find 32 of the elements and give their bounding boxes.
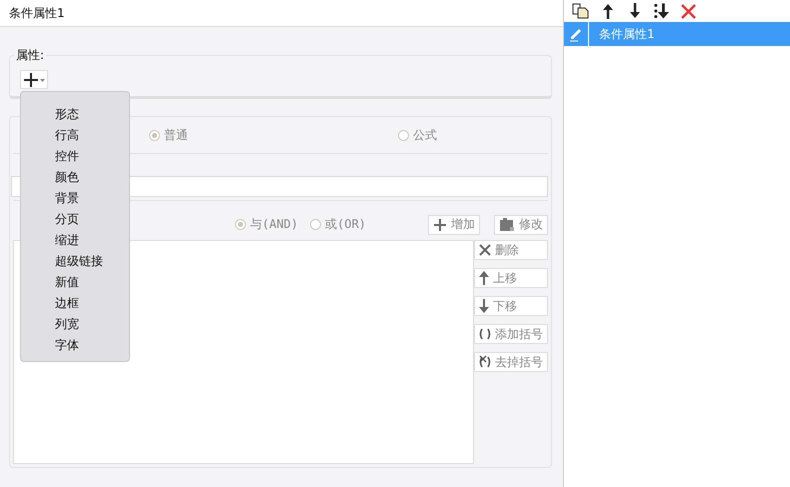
close-icon[interactable] — [680, 4, 697, 18]
close-icon — [478, 243, 492, 257]
menu-item[interactable]: 背景 — [21, 188, 129, 209]
menu-item[interactable]: 字体 — [21, 335, 129, 356]
delete-button[interactable]: 删除 — [474, 240, 548, 260]
plus-icon — [433, 218, 447, 232]
copy-icon[interactable] — [572, 3, 589, 19]
menu-item[interactable]: 边框 — [21, 293, 129, 314]
unbracket-button[interactable]: 去掉括号 — [474, 352, 548, 372]
add-button[interactable]: 增加 — [428, 214, 480, 234]
bracket-button[interactable]: 添加括号 — [474, 324, 548, 344]
up-button[interactable]: 上移 — [474, 268, 548, 288]
menu-item[interactable]: 颜色 — [21, 167, 129, 188]
panel-title: 条件属性1 — [9, 4, 65, 22]
parentheses-icon — [478, 328, 492, 340]
menu-item[interactable]: 形态 — [21, 104, 129, 125]
edit-button[interactable]: 修改 — [494, 214, 548, 234]
down-button[interactable]: 下移 — [474, 296, 548, 316]
menu-item[interactable]: 列宽 — [21, 314, 129, 335]
add-property-button[interactable] — [20, 70, 48, 89]
down-arrow-icon — [478, 299, 490, 313]
menu-item[interactable]: 分页 — [21, 209, 129, 230]
menu-item[interactable]: 行高 — [21, 125, 129, 146]
menu-item[interactable]: 控件 — [21, 146, 129, 167]
puzzle-icon — [499, 218, 515, 232]
menu-item[interactable]: 新值 — [21, 272, 129, 293]
remove-parentheses-icon — [478, 355, 492, 369]
up-arrow-icon — [478, 271, 490, 285]
menu-item[interactable]: 超级链接 — [21, 251, 129, 272]
move-bottom-icon[interactable] — [653, 2, 670, 20]
menu-item[interactable]: 缩进 — [21, 230, 129, 251]
group-legend: 属性: — [14, 47, 46, 64]
